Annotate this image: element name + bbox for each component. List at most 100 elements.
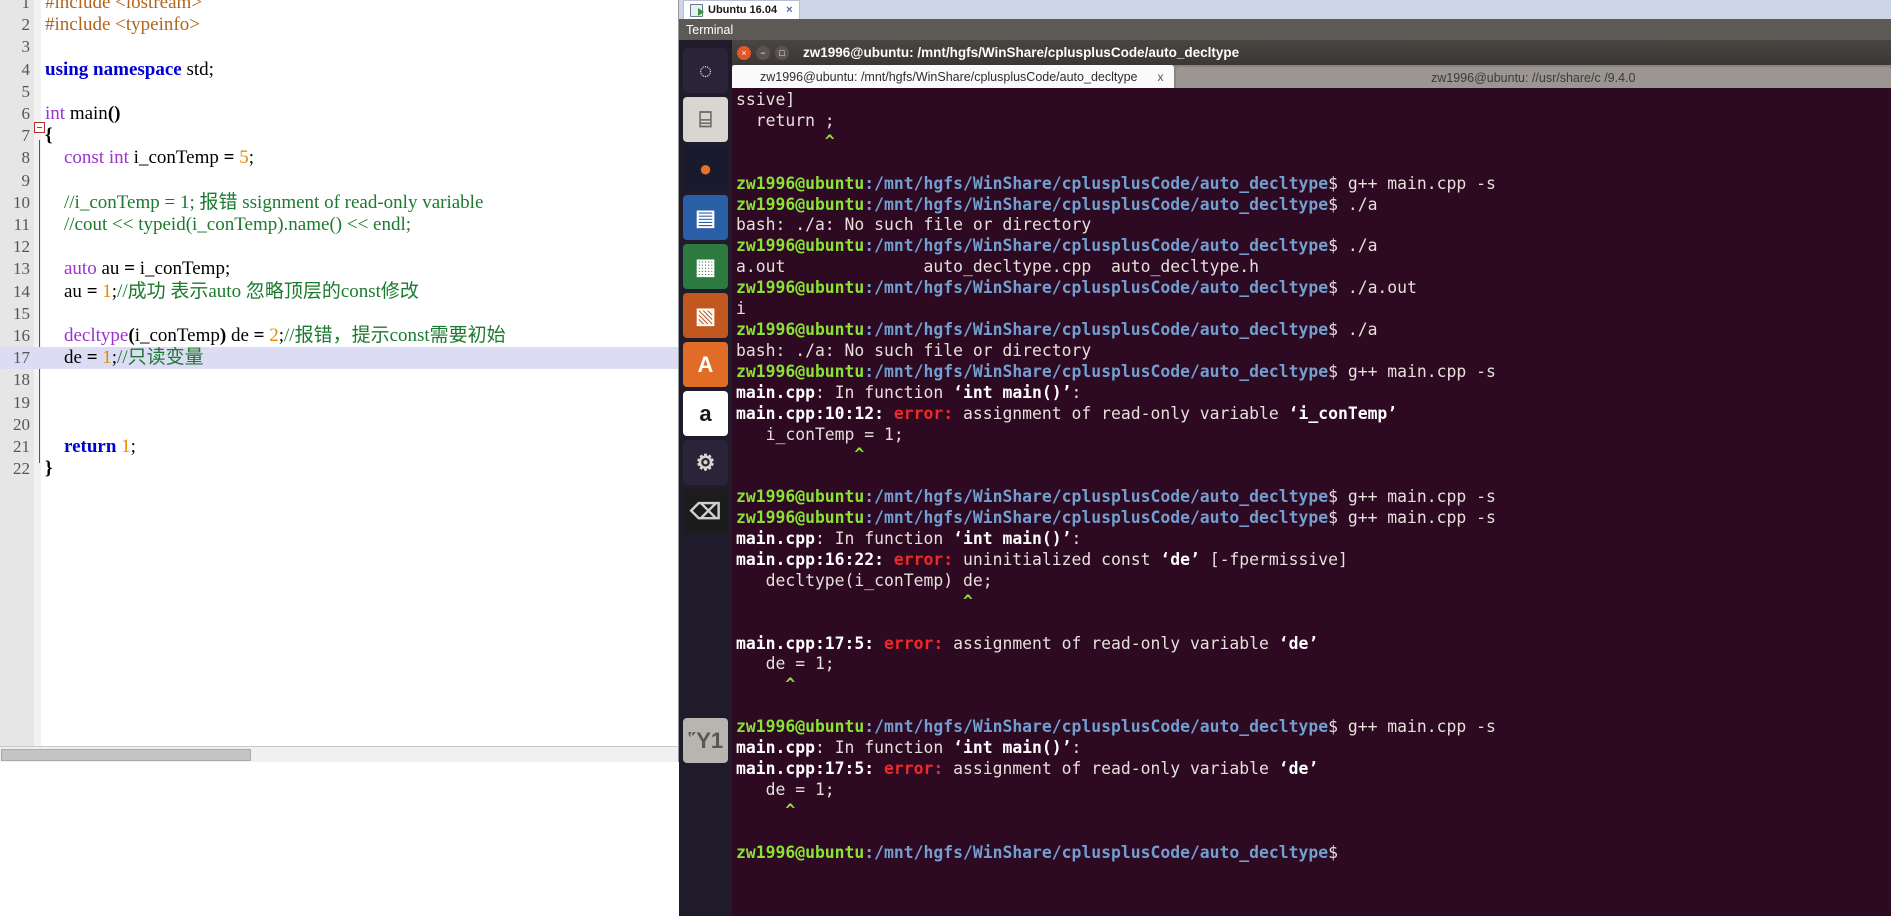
- terminal-title-text: zw1996@ubuntu: /mnt/hgfs/WinShare/cplusp…: [803, 45, 1240, 60]
- code-line-text: //cout << typeid(i_conTemp).name() << en…: [45, 214, 412, 235]
- vmware-window: Ubuntu 16.04 × Terminal ◌ ⌸ ● ▤ ▦ ▧ Aa ⚙ ⌫ Ὕ1 × −: [679, 0, 1891, 916]
- code-line[interactable]: 10 //i_conTemp = 1; 报错 ssignment of read…: [0, 191, 678, 214]
- terminal-line: ^: [736, 445, 865, 465]
- terminal-line: zw1996@ubuntu:/mnt/hgfs/WinShare/cpluspl…: [736, 487, 1496, 507]
- code-line[interactable]: 21 return 1;: [0, 436, 678, 458]
- menu-item-terminal[interactable]: Terminal: [686, 23, 733, 37]
- code-line-text: #include <typeinfo>: [45, 14, 200, 36]
- code-line-text: //i_conTemp = 1; 报错 ssignment of read-on…: [45, 191, 484, 213]
- code-line[interactable]: 12: [0, 236, 678, 258]
- code-line-text: {: [45, 125, 53, 147]
- code-line[interactable]: 9: [0, 170, 678, 192]
- terminal-title-bar[interactable]: × − □ zw1996@ubuntu: /mnt/hgfs/WinShare/…: [732, 40, 1891, 65]
- terminal-icon[interactable]: ⌫: [683, 489, 728, 534]
- code-line[interactable]: 1 #include <iostream>: [0, 0, 678, 14]
- terminal-tab-inactive[interactable]: zw1996@ubuntu: //usr/share/c /9.4.0: [1175, 67, 1891, 88]
- ubuntu-software-icon-glyph: A: [697, 351, 714, 377]
- terminal-window[interactable]: × − □ zw1996@ubuntu: /mnt/hgfs/WinShare/…: [732, 40, 1891, 916]
- trash-icon-glyph: Ὕ1: [687, 727, 724, 753]
- files-icon[interactable]: ⌸: [683, 97, 728, 142]
- vmware-tab-ubuntu[interactable]: Ubuntu 16.04 ×: [683, 0, 800, 19]
- editor-scroll-thumb[interactable]: [1, 749, 251, 761]
- code-line[interactable]: 8 const int i_conTemp = 5;: [0, 147, 678, 169]
- code-line-text: return 1;: [45, 436, 136, 457]
- firefox-icon[interactable]: ●: [683, 146, 728, 191]
- terminal-line: ssive]: [736, 90, 796, 109]
- ubuntu-dash-icon[interactable]: ◌: [683, 48, 728, 93]
- terminal-tab-active[interactable]: zw1996@ubuntu: /mnt/hgfs/WinShare/cplusp…: [732, 65, 1174, 88]
- line-number: 11: [13, 215, 30, 234]
- terminal-tab-label: zw1996@ubuntu: /mnt/hgfs/WinShare/cplusp…: [760, 69, 1138, 84]
- maximize-icon: □: [779, 47, 785, 58]
- terminal-line: a.out auto_decltype.cpp auto_decltype.h: [736, 257, 1260, 277]
- code-line[interactable]: 4 using namespace std;: [0, 59, 678, 81]
- terminal-line: zw1996@ubuntu:/mnt/hgfs/WinShare/cpluspl…: [736, 717, 1496, 737]
- firefox-icon-glyph: ●: [698, 155, 713, 181]
- ubuntu-desktop: ◌ ⌸ ● ▤ ▦ ▧ Aa ⚙ ⌫ Ὕ1 × − □ zw1996@ubuntu: /mnt/h…: [679, 40, 1891, 916]
- vmware-tab-bar: Ubuntu 16.04 ×: [679, 0, 1891, 19]
- line-number: 5: [21, 81, 31, 101]
- line-number: 14: [13, 281, 30, 301]
- system-settings-icon[interactable]: ⚙: [683, 440, 728, 485]
- line-number: 16: [13, 326, 30, 345]
- code-line[interactable]: 16 decltype(i_conTemp) de = 2;//报错，提示con…: [0, 325, 678, 347]
- line-number: 19: [13, 392, 30, 412]
- terminal-line: de = 1;: [736, 654, 835, 674]
- line-number: 20: [13, 414, 30, 434]
- window-close-button[interactable]: ×: [737, 45, 751, 60]
- code-line-text: auto au = i_conTemp;: [45, 258, 231, 280]
- line-number: 1: [21, 0, 31, 12]
- libreoffice-calc-icon[interactable]: ▦: [683, 244, 728, 289]
- code-line[interactable]: 19: [0, 392, 678, 414]
- terminal-line: ^: [736, 675, 796, 695]
- unity-launcher[interactable]: ◌ ⌸ ● ▤ ▦ ▧ Aa ⚙ ⌫ Ὕ1: [679, 40, 732, 916]
- amazon-icon[interactable]: a: [683, 391, 728, 436]
- code-line[interactable]: 18: [0, 369, 678, 391]
- files-icon-glyph: ⌸: [698, 106, 713, 132]
- terminal-output[interactable]: ssive] return ; ^ zw1996@ubuntu:/mnt/hgf…: [732, 88, 1891, 916]
- terminal-tab-strip[interactable]: zw1996@ubuntu: /mnt/hgfs/WinShare/cplusp…: [732, 65, 1891, 88]
- editor-horizontal-scrollbar[interactable]: [0, 746, 678, 762]
- code-line[interactable]: 15: [0, 303, 678, 325]
- code-line[interactable]: 20: [0, 414, 678, 436]
- code-line[interactable]: 2 #include <typeinfo>: [0, 14, 678, 36]
- code-line[interactable]: 14 au = 1;//成功 表示auto 忽略顶层的const修改: [0, 281, 678, 303]
- code-line-text: decltype(i_conTemp) de = 2;//报错，提示const需…: [45, 325, 506, 346]
- terminal-tab-label: zw1996@ubuntu: //usr/share/c /9.4.0: [1431, 70, 1636, 85]
- terminal-line: zw1996@ubuntu:/mnt/hgfs/WinShare/cpluspl…: [736, 194, 1378, 214]
- terminal-line: bash: ./a: No such file or directory: [736, 340, 1092, 360]
- libreoffice-writer-icon[interactable]: ▤: [683, 195, 728, 240]
- vmware-menu-bar[interactable]: Terminal: [679, 19, 1891, 40]
- window-minimize-button[interactable]: −: [756, 45, 770, 60]
- code-line[interactable]: 3: [0, 36, 678, 58]
- close-icon[interactable]: ×: [786, 4, 792, 16]
- terminal-line: i: [736, 299, 746, 319]
- code-line[interactable]: 22}: [0, 458, 678, 480]
- code-line[interactable]: 11 //cout << typeid(i_conTemp).name() <<…: [0, 214, 678, 236]
- terminal-line: decltype(i_conTemp) de;: [736, 570, 993, 590]
- code-line[interactable]: 7{: [0, 125, 678, 147]
- code-editor-pane[interactable]: 1 #include <iostream> 2 #include <typeinfo>…: [0, 0, 679, 762]
- code-line[interactable]: 5: [0, 81, 678, 103]
- libreoffice-impress-icon[interactable]: ▧: [683, 293, 728, 338]
- code-line[interactable]: 17 de = 1;//只读变量: [0, 347, 678, 370]
- code-line-text: const int i_conTemp = 5;: [45, 147, 254, 169]
- amazon-icon-glyph: a: [699, 400, 712, 426]
- terminal-line: ^: [736, 800, 796, 820]
- line-number: 3: [21, 37, 31, 57]
- line-number: 4: [21, 59, 31, 79]
- trash-icon[interactable]: Ὕ1: [683, 718, 728, 763]
- window-maximize-button[interactable]: □: [775, 45, 789, 60]
- code-line[interactable]: 13 auto au = i_conTemp;: [0, 258, 678, 280]
- line-number: 7: [21, 126, 31, 146]
- code-line[interactable]: 6 int main(): [0, 103, 678, 125]
- close-icon[interactable]: x: [1158, 70, 1164, 84]
- code-line-text: de = 1;//只读变量: [45, 347, 204, 369]
- line-number: 15: [13, 303, 30, 323]
- ubuntu-software-icon[interactable]: A: [683, 342, 728, 387]
- terminal-line: ^: [736, 131, 835, 151]
